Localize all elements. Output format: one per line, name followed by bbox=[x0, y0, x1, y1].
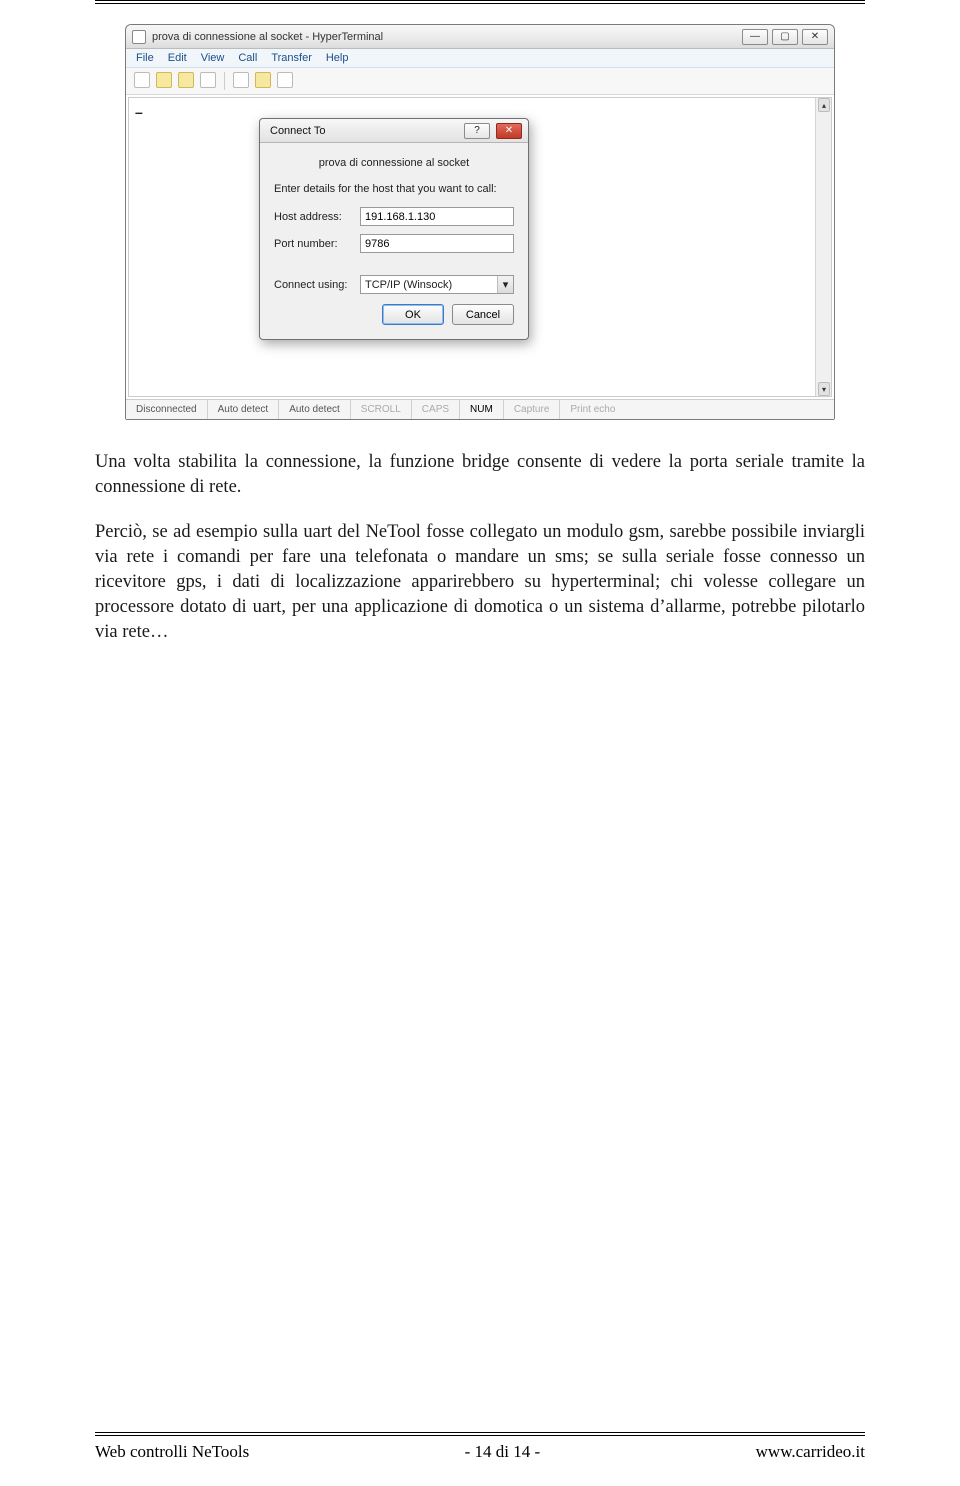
dialog-title: Connect To bbox=[270, 125, 458, 137]
dialog-help-button[interactable]: ? bbox=[464, 123, 490, 139]
tool-disconnect-icon[interactable] bbox=[233, 72, 249, 88]
footer-center: - 14 di 14 - bbox=[465, 1442, 541, 1462]
footer-double-rule bbox=[95, 1432, 865, 1436]
status-caps: CAPS bbox=[412, 400, 460, 419]
menu-view[interactable]: View bbox=[201, 52, 225, 64]
tool-open-icon[interactable] bbox=[156, 72, 172, 88]
host-label: Host address: bbox=[274, 211, 352, 223]
maximize-button[interactable]: ▢ bbox=[772, 29, 798, 45]
window-titlebar: prova di connessione al socket - HyperTe… bbox=[126, 25, 834, 49]
minimize-button[interactable]: — bbox=[742, 29, 768, 45]
menubar: File Edit View Call Transfer Help bbox=[126, 49, 834, 68]
screenshot-figure: prova di connessione al socket - HyperTe… bbox=[125, 24, 835, 420]
tool-properties-icon[interactable] bbox=[277, 72, 293, 88]
tool-save-icon[interactable] bbox=[178, 72, 194, 88]
top-double-rule bbox=[95, 0, 865, 4]
status-connection: Disconnected bbox=[126, 400, 208, 419]
body-paragraph-2: Perciò, se ad esempio sulla uart del NeT… bbox=[95, 520, 865, 645]
page-footer: Web controlli NeTools - 14 di 14 - www.c… bbox=[95, 1432, 865, 1462]
status-capture: Capture bbox=[504, 400, 561, 419]
window-title: prova di connessione al socket - HyperTe… bbox=[152, 31, 383, 43]
connect-using-value: TCP/IP (Winsock) bbox=[365, 279, 452, 291]
scroll-up-arrow-icon[interactable]: ▴ bbox=[818, 98, 830, 112]
tool-call-icon[interactable] bbox=[200, 72, 216, 88]
dialog-titlebar: Connect To ? ✕ bbox=[260, 119, 528, 143]
connect-to-dialog: Connect To ? ✕ prova di connessione al s… bbox=[259, 118, 529, 340]
port-label: Port number: bbox=[274, 238, 352, 250]
status-autodetect-1: Auto detect bbox=[208, 400, 280, 419]
statusbar: Disconnected Auto detect Auto detect SCR… bbox=[126, 399, 834, 419]
status-echo: Print echo bbox=[560, 400, 625, 419]
connect-using-label: Connect using: bbox=[274, 279, 352, 291]
toolbar bbox=[126, 68, 834, 95]
host-input[interactable] bbox=[360, 207, 514, 226]
footer-right: www.carrideo.it bbox=[756, 1442, 865, 1462]
terminal-content: – bbox=[135, 104, 143, 120]
app-icon bbox=[132, 30, 146, 44]
menu-edit[interactable]: Edit bbox=[168, 52, 187, 64]
body-paragraph-1: Una volta stabilita la connessione, la f… bbox=[95, 450, 865, 500]
connect-using-select[interactable]: TCP/IP (Winsock) ▾ bbox=[360, 275, 514, 294]
dialog-prompt: Enter details for the host that you want… bbox=[274, 183, 514, 195]
terminal-area[interactable]: – Connect To ? ✕ prova di connessione al… bbox=[128, 97, 832, 397]
cancel-button[interactable]: Cancel bbox=[452, 304, 514, 325]
scroll-down-arrow-icon[interactable]: ▾ bbox=[818, 382, 830, 396]
status-num: NUM bbox=[460, 400, 504, 419]
menu-help[interactable]: Help bbox=[326, 52, 349, 64]
menu-file[interactable]: File bbox=[136, 52, 154, 64]
menu-call[interactable]: Call bbox=[238, 52, 257, 64]
status-scroll: SCROLL bbox=[351, 400, 412, 419]
port-input[interactable] bbox=[360, 234, 514, 253]
vertical-scrollbar[interactable]: ▴ ▾ bbox=[815, 98, 831, 396]
toolbar-separator bbox=[224, 72, 225, 90]
dialog-close-button[interactable]: ✕ bbox=[496, 123, 522, 139]
tool-new-icon[interactable] bbox=[134, 72, 150, 88]
hyperterminal-window: prova di connessione al socket - HyperTe… bbox=[125, 24, 835, 420]
chevron-down-icon: ▾ bbox=[497, 276, 513, 293]
close-button[interactable]: ✕ bbox=[802, 29, 828, 45]
menu-transfer[interactable]: Transfer bbox=[271, 52, 312, 64]
dialog-device-name: prova di connessione al socket bbox=[274, 157, 514, 169]
status-autodetect-2: Auto detect bbox=[279, 400, 351, 419]
footer-left: Web controlli NeTools bbox=[95, 1442, 249, 1462]
ok-button[interactable]: OK bbox=[382, 304, 444, 325]
tool-send-icon[interactable] bbox=[255, 72, 271, 88]
